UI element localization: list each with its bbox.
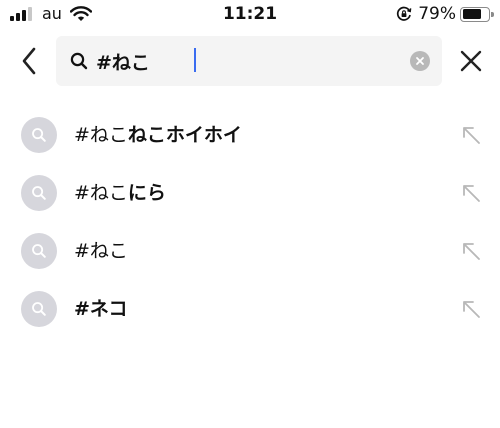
- suggestion-text: #ねこ: [74, 238, 128, 264]
- battery-icon: [460, 6, 494, 22]
- suggestion-suffix: ねこホイホイ: [127, 124, 242, 146]
- suggestion-text: #ねこにら: [74, 180, 166, 206]
- search-icon: [21, 233, 57, 269]
- search-icon: [21, 291, 57, 327]
- search-icon: [21, 175, 57, 211]
- suggestion-text: #ねこねこホイホイ: [74, 122, 242, 148]
- rotation-lock-icon: [397, 6, 412, 21]
- text-caret: [194, 48, 196, 72]
- fill-search-arrow-icon[interactable]: [460, 182, 482, 204]
- clear-search-button[interactable]: [410, 51, 430, 71]
- fill-search-arrow-icon[interactable]: [460, 240, 482, 262]
- search-icon: [70, 52, 88, 70]
- suggestion-item[interactable]: #ねこねこホイホイ: [0, 106, 500, 164]
- search-input[interactable]: [96, 44, 396, 78]
- suggestion-item[interactable]: #ネコ: [0, 280, 500, 338]
- battery-percent: 79%: [418, 4, 456, 24]
- close-icon: [460, 50, 482, 72]
- suggestion-list: #ねこねこホイホイ #ねこにら #ねこ #ネコ: [0, 106, 500, 338]
- suggestion-item[interactable]: #ねこ: [0, 222, 500, 280]
- suggestion-prefix: #ねこ: [74, 240, 128, 262]
- clear-icon: [416, 57, 424, 65]
- suggestion-text: #ネコ: [74, 296, 128, 322]
- suggestion-prefix: #ねこ: [74, 124, 128, 146]
- search-icon: [21, 117, 57, 153]
- suggestion-item[interactable]: #ねこにら: [0, 164, 500, 222]
- suggestion-suffix: #ネコ: [74, 298, 128, 320]
- fill-search-arrow-icon[interactable]: [460, 124, 482, 146]
- search-bar[interactable]: [56, 36, 442, 86]
- suggestion-suffix: にら: [127, 182, 166, 204]
- close-button[interactable]: [456, 46, 486, 76]
- suggestion-prefix: #ねこ: [74, 182, 128, 204]
- chevron-left-icon: [22, 47, 36, 75]
- status-bar: au 11:21 79%: [0, 0, 500, 30]
- status-right: 79%: [396, 4, 494, 24]
- fill-search-arrow-icon[interactable]: [460, 298, 482, 320]
- back-button[interactable]: [14, 44, 44, 78]
- search-screen: au 11:21 79% #ねこ #ねこねこホイホイ #ねこにら #ねこ #ネコ: [0, 0, 500, 428]
